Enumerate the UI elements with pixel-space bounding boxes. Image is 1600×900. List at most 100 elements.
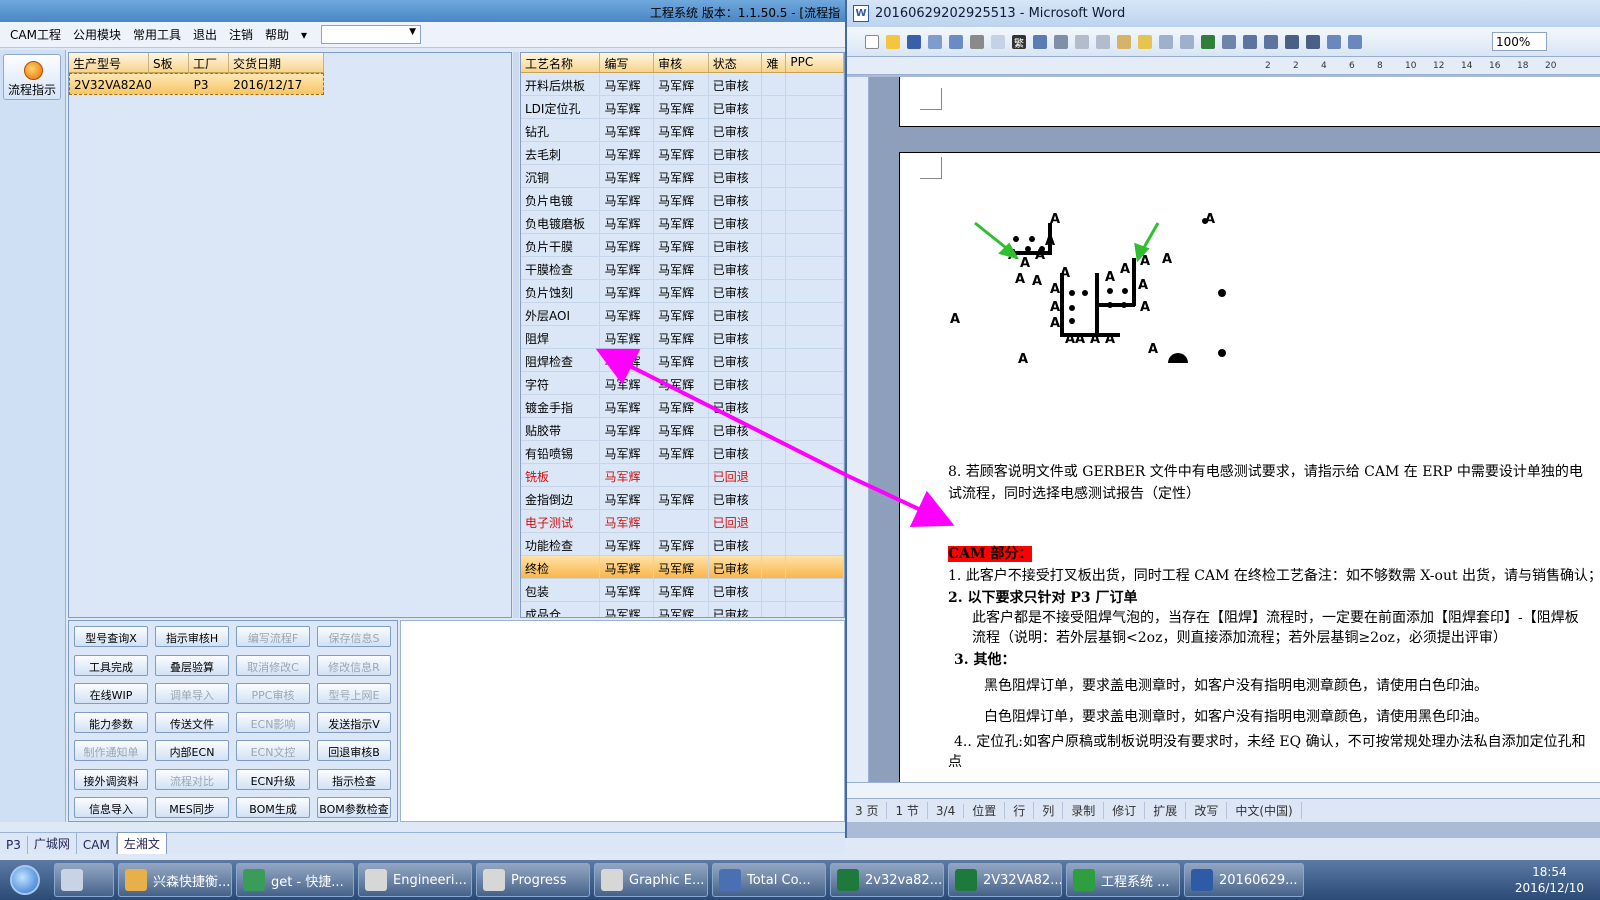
splitter[interactable] bbox=[513, 52, 519, 618]
action-button[interactable]: 内部ECN bbox=[155, 740, 229, 761]
research-icon[interactable] bbox=[1054, 34, 1068, 49]
action-button[interactable]: 指示审核H bbox=[155, 626, 229, 647]
action-button[interactable]: 型号查询X bbox=[74, 626, 148, 647]
process-row[interactable]: 成品仓 马军辉 马军辉 已审核 bbox=[521, 602, 844, 617]
tab-p3[interactable]: P3 bbox=[0, 836, 28, 854]
taskbar-button[interactable]: Total Co... bbox=[712, 863, 826, 897]
process-row[interactable]: 电子测试 马军辉 已回退 bbox=[521, 510, 844, 533]
action-button[interactable]: 接外调资料 bbox=[74, 768, 148, 790]
print-preview-icon[interactable] bbox=[991, 34, 1005, 49]
action-button[interactable]: 传送文件 bbox=[155, 711, 229, 733]
process-row[interactable]: 负电镀磨板 马军辉 马军辉 已审核 bbox=[521, 211, 844, 234]
tab-user[interactable]: 左湘文 bbox=[116, 832, 167, 854]
column-header[interactable]: S板 bbox=[149, 53, 189, 72]
action-button[interactable]: 在线WIP bbox=[74, 683, 148, 704]
process-row[interactable]: 铣板 马军辉 已回退 bbox=[521, 464, 844, 487]
menu-overflow-icon[interactable]: ▾ bbox=[295, 28, 313, 42]
action-button[interactable]: 流程对比 bbox=[155, 768, 229, 790]
columns-icon[interactable] bbox=[1285, 34, 1299, 49]
action-button[interactable]: 叠层验算 bbox=[155, 654, 229, 676]
save-icon[interactable] bbox=[907, 34, 921, 49]
column-header[interactable]: 工厂 bbox=[189, 53, 229, 72]
horizontal-ruler[interactable]: 2 2 4 6 8 10 12 14 16 18 20 bbox=[847, 57, 1600, 75]
process-row[interactable]: LDI定位孔 马军辉 马军辉 已审核 bbox=[521, 96, 844, 119]
taskbar-button[interactable]: Engineeri... bbox=[358, 863, 472, 897]
action-button[interactable]: 工具完成 bbox=[74, 654, 148, 676]
print-icon[interactable] bbox=[970, 34, 984, 49]
process-row[interactable]: 字符 马军辉 马军辉 已审核 bbox=[521, 372, 844, 395]
flow-indicator-button[interactable]: 流程指示 bbox=[3, 54, 61, 100]
email-icon[interactable] bbox=[949, 34, 963, 49]
menu-tools[interactable]: 常用工具 bbox=[127, 26, 187, 43]
process-row[interactable]: 功能检查 马军辉 马军辉 已审核 bbox=[521, 533, 844, 556]
taskbar-button[interactable]: 工程系统 ... bbox=[1066, 863, 1180, 897]
menu-logout[interactable]: 注销 bbox=[223, 26, 259, 43]
action-button[interactable]: ECN影响 bbox=[236, 711, 310, 733]
action-button[interactable]: 发送指示V bbox=[317, 711, 391, 733]
action-button[interactable]: 保存信息S bbox=[317, 626, 391, 647]
horizontal-scrollbar[interactable] bbox=[847, 783, 1600, 799]
product-row[interactable]: 2V32VA82A0 P3 2016/12/17 bbox=[69, 73, 324, 95]
action-button[interactable]: ECN文控 bbox=[236, 740, 310, 761]
column-header[interactable]: PPC bbox=[786, 53, 844, 72]
process-row[interactable]: 干膜检查 马军辉 马军辉 已审核 bbox=[521, 257, 844, 280]
action-button[interactable]: 能力参数 bbox=[74, 711, 148, 733]
new-icon[interactable] bbox=[865, 34, 879, 49]
process-row[interactable]: 沉铜 马军辉 马军辉 已审核 bbox=[521, 165, 844, 188]
drawing-icon[interactable] bbox=[1306, 34, 1320, 49]
taskbar-button[interactable]: Progress bbox=[476, 863, 590, 897]
process-row[interactable]: 镀金手指 马军辉 马军辉 已审核 bbox=[521, 395, 844, 418]
column-header[interactable]: 状态 bbox=[709, 53, 763, 72]
vertical-ruler[interactable] bbox=[847, 77, 869, 782]
menu-combo[interactable]: ▼ bbox=[321, 25, 422, 44]
process-row[interactable]: 开料后烘板 马军辉 马军辉 已审核 bbox=[521, 73, 844, 96]
show-hide-icon[interactable] bbox=[1348, 34, 1362, 49]
open-icon[interactable] bbox=[886, 34, 900, 49]
process-row[interactable]: 金指倒边 马军辉 马军辉 已审核 bbox=[521, 487, 844, 510]
action-button[interactable]: 编写流程F bbox=[236, 626, 310, 647]
action-button[interactable]: 制作通知单 bbox=[74, 740, 148, 761]
clock[interactable]: 18:54 2016/12/10 bbox=[1515, 864, 1584, 896]
action-button[interactable]: 型号上网E bbox=[317, 683, 391, 704]
process-row[interactable]: 贴胶带 马军辉 马军辉 已审核 bbox=[521, 418, 844, 441]
redo-icon[interactable] bbox=[1180, 34, 1194, 49]
action-button[interactable]: MES同步 bbox=[155, 797, 229, 818]
document-map-icon[interactable] bbox=[1327, 34, 1341, 49]
taskbar-button[interactable]: 20160629... bbox=[1184, 863, 1304, 897]
process-row[interactable]: 阻焊检查 马军辉 马军辉 已审核 bbox=[521, 349, 844, 372]
menu-common-modules[interactable]: 公用模块 bbox=[67, 26, 127, 43]
action-button[interactable]: PPC审核 bbox=[236, 683, 310, 704]
action-button[interactable]: 回退审核B bbox=[317, 740, 391, 761]
column-header[interactable]: 审核 bbox=[654, 53, 709, 72]
tab-cam[interactable]: CAM bbox=[77, 836, 117, 854]
paste-icon[interactable] bbox=[1117, 34, 1131, 49]
process-row[interactable]: 终检 马军辉 马军辉 已审核 bbox=[521, 556, 844, 579]
calculator-taskbar-button[interactable] bbox=[54, 863, 114, 897]
cut-icon[interactable] bbox=[1075, 34, 1089, 49]
start-button[interactable] bbox=[0, 860, 50, 900]
column-header[interactable]: 编写 bbox=[600, 53, 655, 72]
tab-guangcheng[interactable]: 广城网 bbox=[28, 833, 77, 854]
convert-icon[interactable] bbox=[1033, 34, 1047, 49]
copy-icon[interactable] bbox=[1096, 34, 1110, 49]
column-header[interactable]: 交货日期 bbox=[229, 53, 324, 72]
excel-icon[interactable] bbox=[1264, 34, 1278, 49]
insert-table-icon[interactable] bbox=[1243, 34, 1257, 49]
process-row[interactable]: 有铅喷锡 马军辉 马军辉 已审核 bbox=[521, 441, 844, 464]
column-header[interactable]: 工艺名称 bbox=[521, 53, 601, 72]
column-header[interactable]: 难 bbox=[762, 53, 787, 72]
process-row[interactable]: 钻孔 马军辉 马军辉 已审核 bbox=[521, 119, 844, 142]
taskbar-button[interactable]: 2V32VA82... bbox=[948, 863, 1062, 897]
action-button[interactable]: 修改信息R bbox=[317, 654, 391, 676]
process-row[interactable]: 包装 马军辉 马军辉 已审核 bbox=[521, 579, 844, 602]
taskbar-button[interactable]: 2v32va82... bbox=[830, 863, 944, 897]
action-button[interactable]: 取消修改C bbox=[236, 654, 310, 676]
traditional-chinese-icon[interactable]: 繁 bbox=[1012, 34, 1026, 50]
action-button[interactable]: 调单导入 bbox=[155, 683, 229, 704]
format-painter-icon[interactable] bbox=[1138, 34, 1152, 49]
tables-icon[interactable] bbox=[1222, 34, 1236, 49]
taskbar-button[interactable]: 兴森快捷衡... bbox=[118, 863, 232, 897]
process-row[interactable]: 阻焊 马军辉 马军辉 已审核 bbox=[521, 326, 844, 349]
zoom-select[interactable]: 100% bbox=[1492, 32, 1547, 51]
undo-icon[interactable] bbox=[1159, 34, 1173, 49]
